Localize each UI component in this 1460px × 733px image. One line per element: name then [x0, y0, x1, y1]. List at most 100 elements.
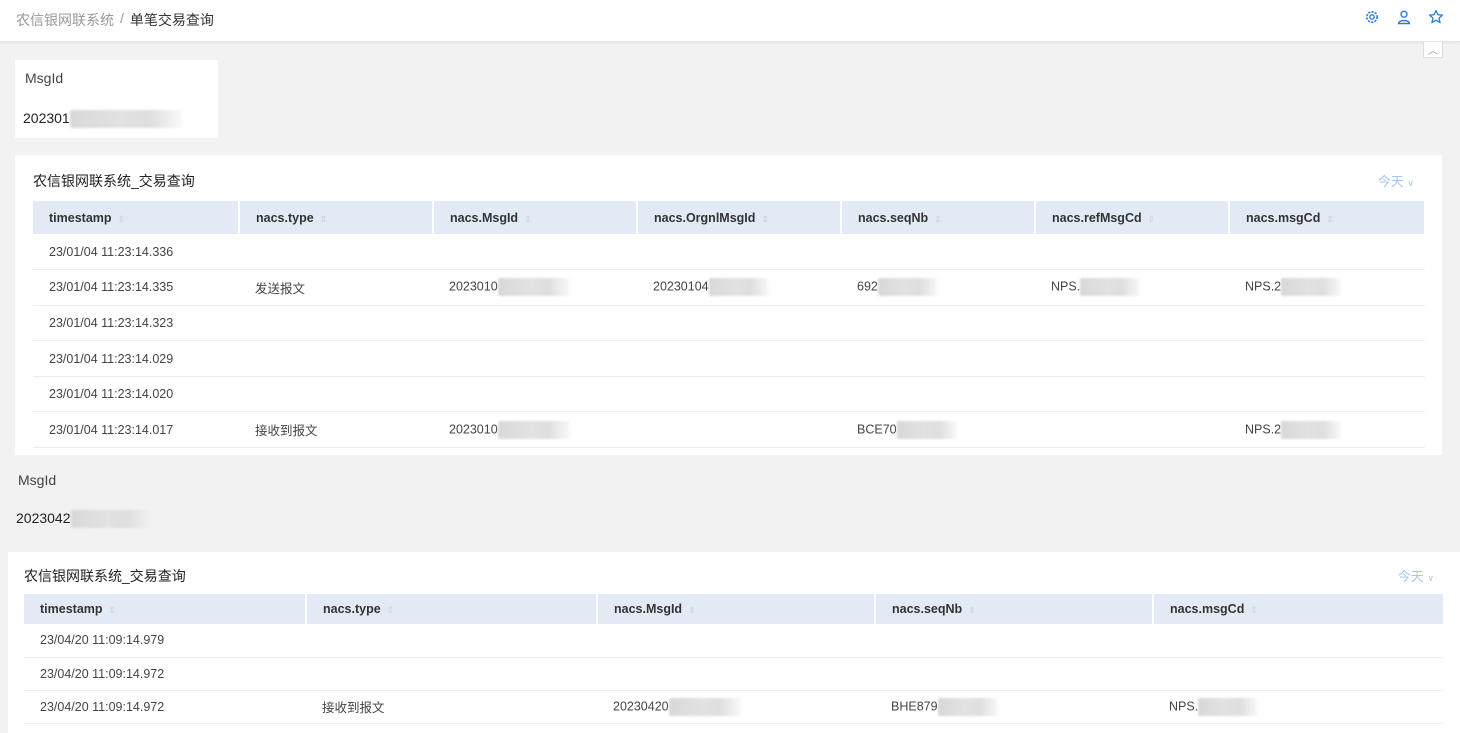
gear-icon[interactable] [1364, 9, 1380, 25]
table-cell [1229, 234, 1425, 271]
table-cell: NPS. [1153, 690, 1444, 724]
table-cell: 23/04/20 11:09:14.979 [24, 624, 306, 658]
table-cell [875, 624, 1153, 658]
table-cell: 23/04/20 11:09:14.972 [24, 690, 306, 724]
sort-icon[interactable]: ⇕ [968, 605, 976, 615]
msgid-filter-2: MsgId 2023042 [8, 462, 198, 540]
sort-icon[interactable]: ⇕ [1250, 605, 1258, 615]
column-header[interactable]: nacs.refMsgCd ⇕ [1035, 201, 1230, 234]
sort-icon[interactable]: ⇕ [934, 214, 942, 224]
table-cell: NPS.2 [1229, 411, 1425, 449]
sort-icon[interactable]: ⇕ [320, 214, 328, 224]
table-cell [841, 340, 1035, 377]
sort-icon[interactable]: ⇕ [1326, 214, 1334, 224]
table-cell [239, 376, 433, 413]
breadcrumb: 农信银网联系统 / 单笔交易查询 [16, 10, 214, 30]
date-filter-dropdown[interactable]: 今天 ∨ [1378, 171, 1414, 190]
msgid-label: MsgId [18, 472, 57, 488]
msgid-filter-1: MsgId 202301 [15, 60, 218, 138]
sort-icon[interactable]: ⇕ [387, 605, 395, 615]
table-cell [239, 305, 433, 342]
table-cell: 23/01/04 11:23:14.029 [33, 340, 239, 377]
table-cell: 23/01/04 11:23:14.335 [33, 269, 239, 306]
table-cell [637, 376, 841, 413]
table-cell: 20230104 [637, 269, 841, 306]
table-cell [597, 657, 875, 691]
breadcrumb-root[interactable]: 农信银网联系统 [16, 10, 114, 30]
user-icon[interactable] [1396, 9, 1412, 25]
scroll-up-button[interactable]: ︿ [1423, 42, 1443, 58]
table-row[interactable]: 23/01/04 11:23:14.335 发送报文 2023010 20230104… [33, 269, 1425, 306]
table-cell [1229, 376, 1425, 413]
table-cell: 23/01/04 11:23:14.020 [33, 376, 239, 413]
table-row[interactable]: 23/04/20 11:09:14.979 [24, 624, 1444, 658]
table-cell: BCE70 [841, 411, 1035, 449]
table-cell [1229, 305, 1425, 342]
column-header[interactable]: nacs.seqNb ⇕ [841, 201, 1036, 234]
table-cell: NPS.2 [1229, 269, 1425, 306]
table-cell [433, 234, 637, 271]
breadcrumb-current: 单笔交易查询 [129, 12, 214, 28]
table-cell [1035, 411, 1229, 449]
table-row[interactable]: 23/01/04 11:23:14.323 [33, 305, 1425, 342]
table-cell [1035, 234, 1229, 271]
table-cell: 23/04/20 11:09:14.972 [24, 657, 306, 691]
column-header[interactable]: nacs.type ⇕ [306, 594, 598, 624]
column-header[interactable]: nacs.msgCd ⇕ [1153, 594, 1445, 624]
column-header[interactable]: nacs.msgCd ⇕ [1229, 201, 1426, 234]
sort-icon[interactable]: ⇕ [688, 605, 696, 615]
table-cell [841, 234, 1035, 271]
column-header[interactable]: nacs.type ⇕ [239, 201, 434, 234]
table-cell [1035, 340, 1229, 377]
column-header[interactable]: timestamp ⇕ [33, 201, 240, 234]
sort-icon[interactable]: ⇕ [761, 214, 769, 224]
msgid-value[interactable]: 202301 [23, 110, 182, 129]
table-cell [306, 624, 597, 658]
table-row[interactable]: 23/01/04 11:23:14.020 [33, 376, 1425, 413]
table-cell [1035, 376, 1229, 413]
sort-icon[interactable]: ⇕ [1148, 214, 1156, 224]
msgid-value[interactable]: 2023042 [16, 510, 151, 529]
sort-icon[interactable]: ⇕ [109, 605, 117, 615]
transaction-panel-1: 农信银网联系统_交易查询 今天 ∨ timestamp ⇕ nacs.type ⇕ na… [15, 155, 1442, 455]
table-cell [841, 376, 1035, 413]
table-cell [239, 340, 433, 377]
table-row[interactable]: 23/01/04 11:23:14.029 [33, 340, 1425, 377]
star-icon[interactable] [1428, 9, 1444, 25]
panel-title: 农信银网联系统_交易查询 [24, 568, 186, 584]
column-header[interactable]: nacs.seqNb ⇕ [875, 594, 1154, 624]
table-cell: 2023010 [433, 269, 637, 306]
table-cell [239, 234, 433, 271]
column-header[interactable]: nacs.MsgId ⇕ [597, 594, 876, 624]
table-cell: NPS. [1035, 269, 1229, 306]
table-cell [1153, 657, 1444, 691]
table-row[interactable]: 23/01/04 11:23:14.017 接收到报文 2023010 BCE70 NP… [33, 411, 1425, 449]
transaction-panel-2: 农信银网联系统_交易查询 今天 ∨ timestamp ⇕ nacs.type ⇕ na… [8, 552, 1460, 733]
table-cell: 692 [841, 269, 1035, 306]
msgid-label: MsgId [25, 70, 64, 86]
table-cell [433, 376, 637, 413]
table-cell [1229, 340, 1425, 377]
table-cell [306, 657, 597, 691]
table-cell [637, 234, 841, 271]
column-header[interactable]: nacs.MsgId ⇕ [433, 201, 638, 234]
table-row[interactable]: 23/04/20 11:09:14.972 接收到报文 20230420 BHE879… [24, 690, 1444, 724]
table-cell [637, 305, 841, 342]
table-cell: 接收到报文 [306, 690, 597, 724]
table-cell [875, 657, 1153, 691]
sort-icon[interactable]: ⇕ [524, 214, 532, 224]
chevron-down-icon: ∨ [1427, 573, 1434, 583]
transaction-table-1: timestamp ⇕ nacs.type ⇕ nacs.MsgId ⇕ nacs.Orgn… [33, 201, 1426, 449]
column-header[interactable]: timestamp ⇕ [24, 594, 307, 624]
table-cell [597, 624, 875, 658]
table-cell: 发送报文 [239, 269, 433, 306]
table-row[interactable]: 23/01/04 11:23:14.336 [33, 234, 1425, 271]
column-header[interactable]: nacs.OrgnlMsgId ⇕ [637, 201, 842, 234]
table-cell: 20230420 [597, 690, 875, 724]
table-cell [1035, 305, 1229, 342]
sort-icon[interactable]: ⇕ [118, 214, 126, 224]
table-row[interactable]: 23/04/20 11:09:14.972 [24, 657, 1444, 691]
date-filter-dropdown[interactable]: 今天 ∨ [1398, 566, 1434, 585]
table-cell: BHE879 [875, 690, 1153, 724]
top-bar: 农信银网联系统 / 单笔交易查询 [0, 0, 1460, 42]
